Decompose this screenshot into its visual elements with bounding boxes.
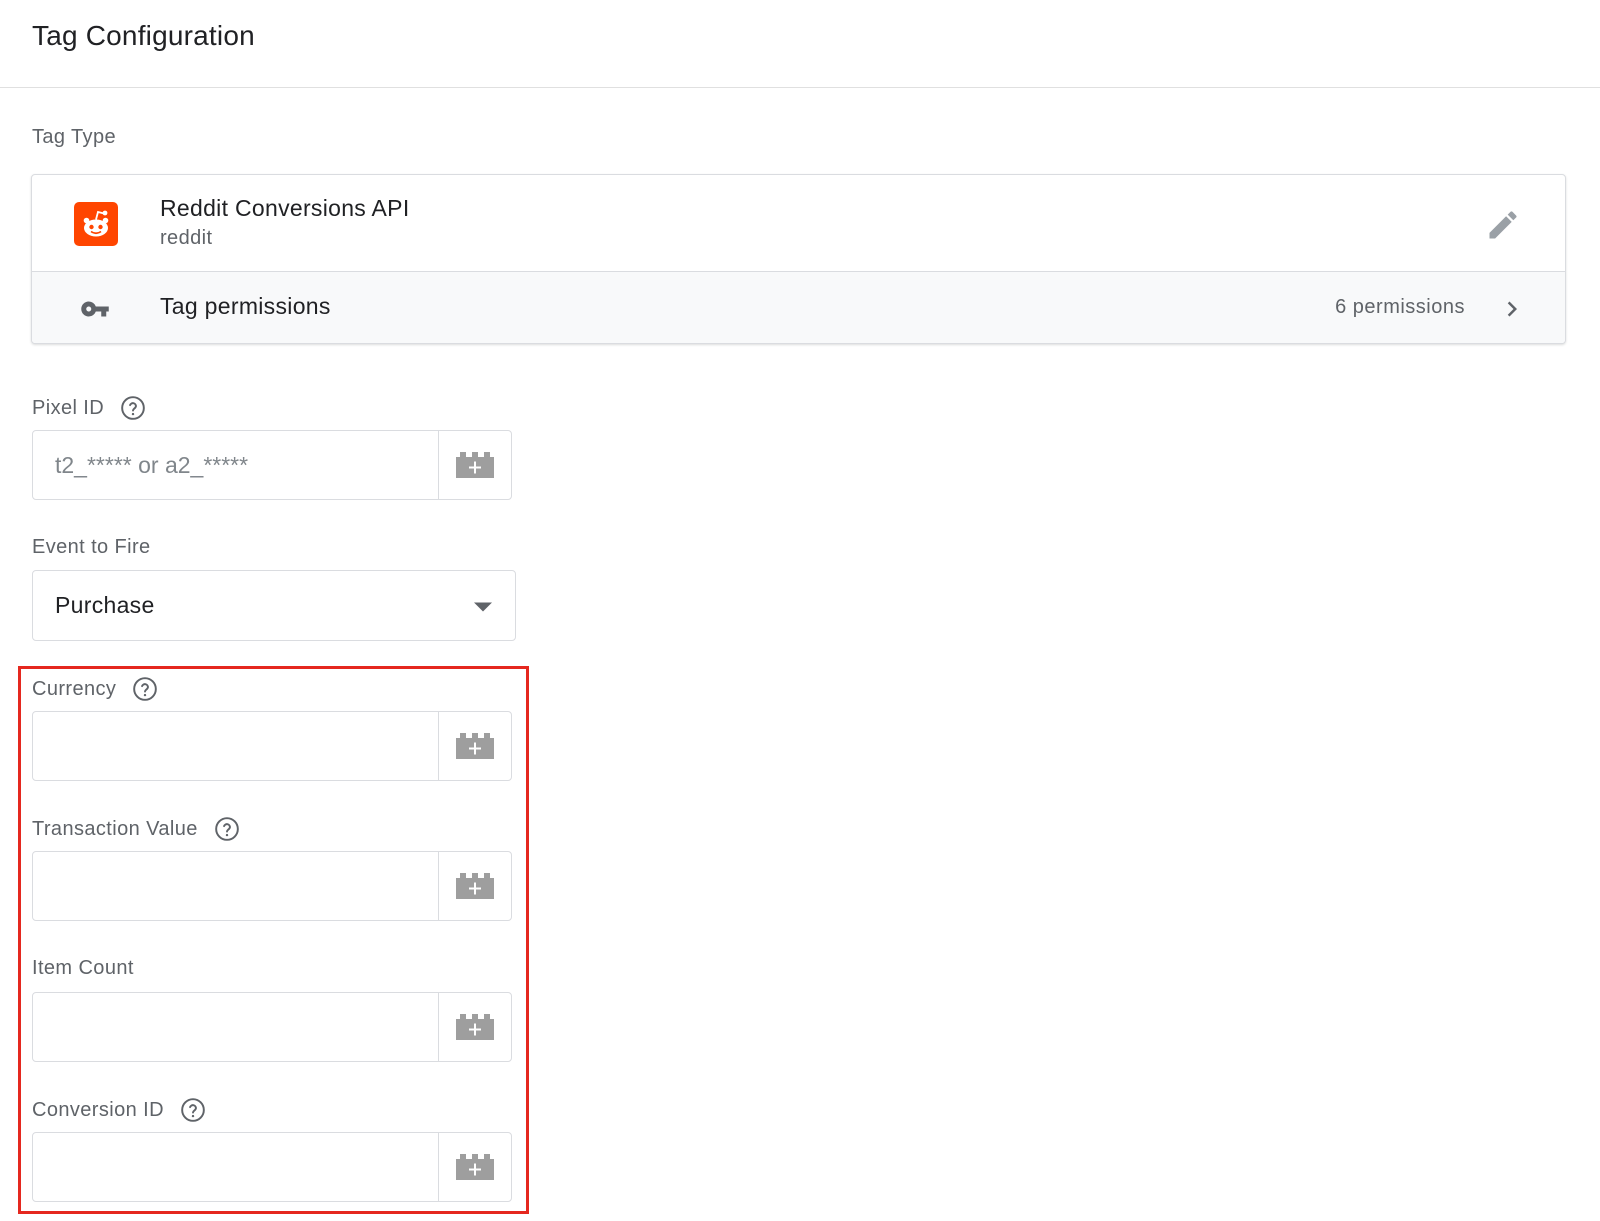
item-count-input[interactable] bbox=[33, 993, 438, 1061]
conversion-id-variable-button[interactable] bbox=[438, 1133, 511, 1201]
reddit-logo-icon bbox=[74, 202, 118, 246]
event-select[interactable]: Purchase bbox=[32, 570, 516, 641]
currency-input[interactable] bbox=[33, 712, 438, 780]
add-variable-icon bbox=[456, 733, 494, 759]
transaction-value-variable-button[interactable] bbox=[438, 852, 511, 920]
page-title: Tag Configuration bbox=[32, 20, 255, 51]
tag-permissions-count: 6 permissions bbox=[1335, 296, 1465, 318]
edit-pencil-icon[interactable] bbox=[1485, 207, 1521, 243]
pixel-id-label-text: Pixel ID bbox=[32, 396, 105, 419]
currency-field bbox=[32, 711, 512, 781]
item-count-label: Item Count bbox=[32, 957, 134, 980]
pixel-id-label: Pixel ID bbox=[32, 395, 146, 421]
pixel-id-input[interactable] bbox=[33, 431, 438, 499]
help-icon[interactable] bbox=[132, 676, 158, 702]
help-icon[interactable] bbox=[214, 816, 240, 842]
add-variable-icon bbox=[456, 873, 494, 899]
event-select-value: Purchase bbox=[55, 592, 155, 618]
add-variable-icon bbox=[456, 1154, 494, 1180]
tag-type-card: Reddit Conversions API reddit Tag permis… bbox=[31, 174, 1566, 344]
tag-type-row[interactable]: Reddit Conversions API reddit bbox=[32, 175, 1565, 272]
transaction-value-label-text: Transaction Value bbox=[32, 817, 198, 840]
header: Tag Configuration bbox=[0, 0, 1600, 88]
transaction-value-label: Transaction Value bbox=[32, 816, 240, 842]
conversion-id-input[interactable] bbox=[33, 1133, 438, 1201]
transaction-value-field bbox=[32, 851, 512, 921]
add-variable-icon bbox=[456, 1014, 494, 1040]
help-icon[interactable] bbox=[180, 1097, 206, 1123]
event-label: Event to Fire bbox=[32, 536, 151, 559]
currency-label-text: Currency bbox=[32, 677, 117, 700]
pixel-id-field bbox=[32, 430, 512, 500]
conversion-id-field bbox=[32, 1132, 512, 1202]
conversion-id-label: Conversion ID bbox=[32, 1097, 206, 1123]
tag-permissions-row[interactable]: Tag permissions 6 permissions bbox=[32, 272, 1565, 343]
tag-type-label: Tag Type bbox=[32, 126, 116, 149]
transaction-value-input[interactable] bbox=[33, 852, 438, 920]
currency-label: Currency bbox=[32, 676, 158, 702]
conversion-id-label-text: Conversion ID bbox=[32, 1098, 164, 1121]
tag-type-label-text: Tag Type bbox=[32, 126, 117, 148]
tag-type-name: Reddit Conversions API bbox=[160, 195, 410, 221]
key-icon bbox=[81, 301, 109, 317]
add-variable-icon bbox=[456, 452, 494, 478]
item-count-label-text: Item Count bbox=[32, 957, 134, 979]
dropdown-caret-icon bbox=[474, 602, 492, 612]
item-count-variable-button[interactable] bbox=[438, 993, 511, 1061]
chevron-right-icon bbox=[1507, 301, 1517, 317]
pixel-id-variable-button[interactable] bbox=[438, 431, 511, 499]
help-icon[interactable] bbox=[120, 395, 146, 421]
tag-permissions-label: Tag permissions bbox=[160, 293, 331, 319]
tag-type-vendor: reddit bbox=[160, 227, 213, 249]
currency-variable-button[interactable] bbox=[438, 712, 511, 780]
event-label-text: Event to Fire bbox=[32, 536, 151, 558]
item-count-field bbox=[32, 992, 512, 1062]
